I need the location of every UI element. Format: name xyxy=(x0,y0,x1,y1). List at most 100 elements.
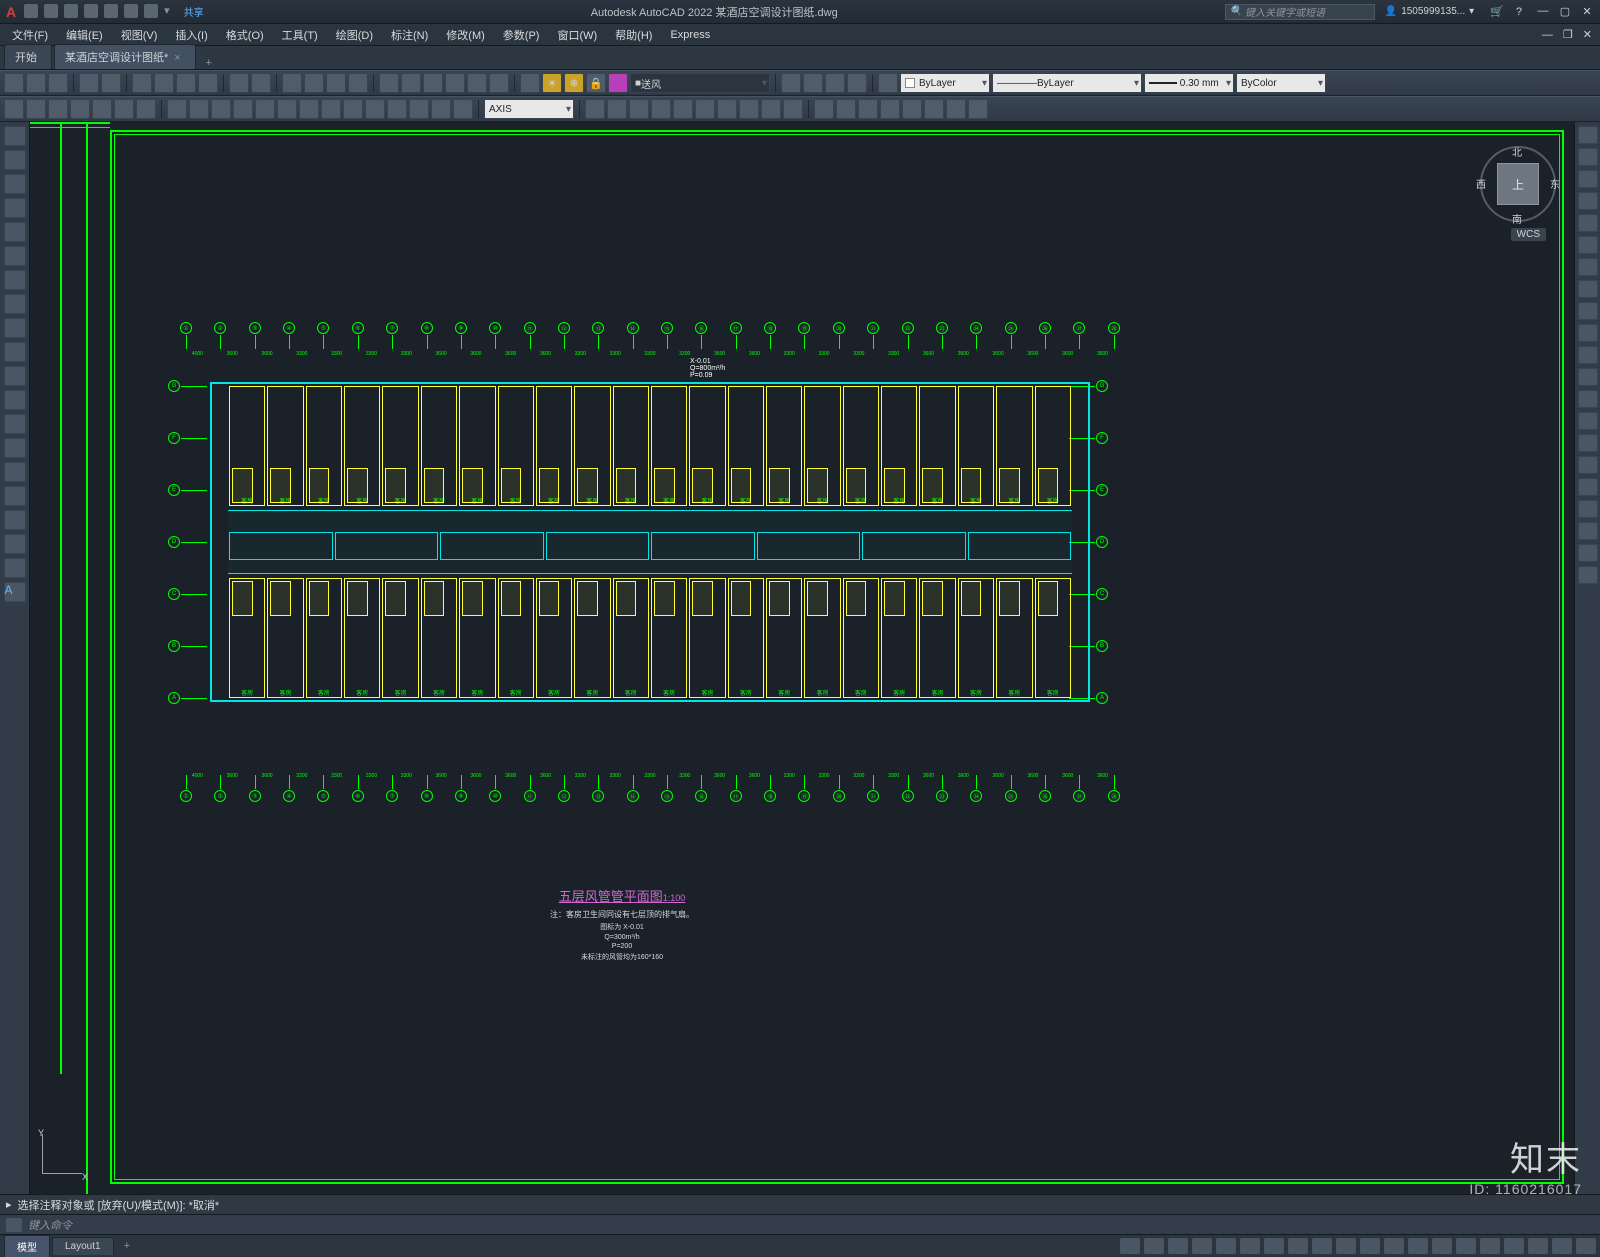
layer-lock-icon[interactable]: 🔒 xyxy=(586,73,606,93)
copy-icon[interactable] xyxy=(154,73,174,93)
revision-cloud-icon[interactable] xyxy=(968,99,988,119)
status-dyn-icon[interactable] xyxy=(1288,1238,1308,1254)
offset-tool-icon[interactable] xyxy=(1578,302,1598,320)
cart-icon[interactable]: 🛒 xyxy=(1490,5,1504,18)
arc-tool-icon[interactable] xyxy=(4,246,26,266)
menu-help[interactable]: 帮助(H) xyxy=(607,25,660,45)
tab-close-icon[interactable]: × xyxy=(174,52,180,64)
scale-tool-icon[interactable] xyxy=(1578,390,1598,408)
fillet-tool-icon[interactable] xyxy=(1578,544,1598,562)
arc-icon[interactable] xyxy=(70,99,90,119)
status-lock-ui-icon[interactable] xyxy=(1480,1238,1500,1254)
cut-icon[interactable] xyxy=(132,73,152,93)
pan-icon[interactable] xyxy=(282,73,302,93)
status-lwt-icon[interactable] xyxy=(1312,1238,1332,1254)
circle-tool-icon[interactable] xyxy=(4,270,26,290)
gradient-icon[interactable] xyxy=(4,486,26,506)
layer-prev-icon[interactable] xyxy=(847,73,867,93)
table-tool-icon[interactable] xyxy=(4,534,26,554)
status-workspace-icon[interactable] xyxy=(1408,1238,1428,1254)
block-icon[interactable] xyxy=(814,99,834,119)
status-transparency-icon[interactable] xyxy=(1336,1238,1356,1254)
trim-tool-icon[interactable] xyxy=(1578,434,1598,452)
menu-view[interactable]: 视图(V) xyxy=(113,25,166,45)
qat-undo-icon[interactable] xyxy=(124,4,138,18)
ellipse-arc-icon[interactable] xyxy=(4,366,26,386)
color-control-icon[interactable] xyxy=(878,73,898,93)
nav-showmotion-icon[interactable] xyxy=(1578,214,1598,232)
tab-new-button[interactable]: + xyxy=(198,57,220,69)
ellipse-icon[interactable] xyxy=(114,99,134,119)
command-input[interactable]: 键入命令 xyxy=(0,1214,1600,1234)
construction-line-icon[interactable] xyxy=(4,150,26,170)
point-icon[interactable] xyxy=(4,438,26,458)
circle-icon[interactable] xyxy=(48,99,68,119)
offset-icon[interactable] xyxy=(387,99,407,119)
dim-angular-icon[interactable] xyxy=(629,99,649,119)
tool-palettes-icon[interactable] xyxy=(423,73,443,93)
scale-icon[interactable] xyxy=(255,99,275,119)
zoom-previous-icon[interactable] xyxy=(348,73,368,93)
paste-icon[interactable] xyxy=(176,73,196,93)
textstyle-dropdown[interactable]: AXIS xyxy=(484,99,574,119)
xref-icon[interactable] xyxy=(858,99,878,119)
dim-aligned-icon[interactable] xyxy=(607,99,627,119)
mirror-tool-icon[interactable] xyxy=(1578,280,1598,298)
qat-new-icon[interactable] xyxy=(24,4,38,18)
add-selected-icon[interactable]: A xyxy=(4,582,26,602)
doc-restore-button[interactable]: ❐ xyxy=(1563,28,1573,41)
join-icon[interactable] xyxy=(1578,500,1598,518)
explode-icon[interactable] xyxy=(453,99,473,119)
menu-modify[interactable]: 修改(M) xyxy=(438,25,493,45)
status-customize-icon[interactable] xyxy=(1576,1238,1596,1254)
rotate-icon[interactable] xyxy=(211,99,231,119)
rectangle-icon[interactable] xyxy=(92,99,112,119)
redo-icon[interactable] xyxy=(251,73,271,93)
array-tool-icon[interactable] xyxy=(1578,324,1598,342)
fillet-icon[interactable] xyxy=(343,99,363,119)
menu-parametric[interactable]: 参数(P) xyxy=(495,25,548,45)
qat-redo-icon[interactable] xyxy=(144,4,158,18)
polyline-icon[interactable] xyxy=(26,99,46,119)
extend-tool-icon[interactable] xyxy=(1578,456,1598,474)
status-units-icon[interactable] xyxy=(1432,1238,1452,1254)
help-icon[interactable]: ? xyxy=(1516,6,1522,18)
menu-format[interactable]: 格式(O) xyxy=(218,25,272,45)
status-otrack-icon[interactable] xyxy=(1264,1238,1284,1254)
menu-file[interactable]: 文件(F) xyxy=(4,25,56,45)
preview-icon[interactable] xyxy=(101,73,121,93)
nav-wheel-icon[interactable] xyxy=(1578,126,1598,144)
wipeout-icon[interactable] xyxy=(946,99,966,119)
move-tool-icon[interactable] xyxy=(1578,346,1598,364)
user-menu[interactable]: 👤 1505999135... ▾ xyxy=(1385,6,1474,17)
explode-tool-icon[interactable] xyxy=(1578,566,1598,584)
close-button[interactable]: ✕ xyxy=(1580,5,1594,18)
layer-dropdown[interactable]: ■ 送风 xyxy=(630,73,770,93)
hatch-icon[interactable] xyxy=(136,99,156,119)
dim-diameter-icon[interactable] xyxy=(673,99,693,119)
status-snap-icon[interactable] xyxy=(1168,1238,1188,1254)
status-model-icon[interactable] xyxy=(1120,1238,1140,1254)
erase-icon[interactable] xyxy=(431,99,451,119)
insert-block-icon[interactable] xyxy=(4,390,26,410)
layout-add-button[interactable]: + xyxy=(116,1237,138,1255)
polygon-icon[interactable] xyxy=(4,198,26,218)
layer-off-icon[interactable] xyxy=(825,73,845,93)
stretch-tool-icon[interactable] xyxy=(1578,412,1598,430)
sheet-set-icon[interactable] xyxy=(445,73,465,93)
save-icon[interactable] xyxy=(48,73,68,93)
layer-on-icon[interactable]: ☀ xyxy=(542,73,562,93)
qat-saveas-icon[interactable] xyxy=(84,4,98,18)
layer-manager-icon[interactable] xyxy=(520,73,540,93)
mirror-icon[interactable] xyxy=(233,99,253,119)
status-grid-icon[interactable] xyxy=(1144,1238,1164,1254)
status-polar-icon[interactable] xyxy=(1216,1238,1236,1254)
print-icon[interactable] xyxy=(79,73,99,93)
rectangle-tool-icon[interactable] xyxy=(4,222,26,242)
spline-icon[interactable] xyxy=(4,318,26,338)
ellipse-tool-icon[interactable] xyxy=(4,342,26,362)
undo-icon[interactable] xyxy=(229,73,249,93)
zoom-window-icon[interactable] xyxy=(326,73,346,93)
chamfer-icon[interactable] xyxy=(365,99,385,119)
tolerance-icon[interactable] xyxy=(761,99,781,119)
